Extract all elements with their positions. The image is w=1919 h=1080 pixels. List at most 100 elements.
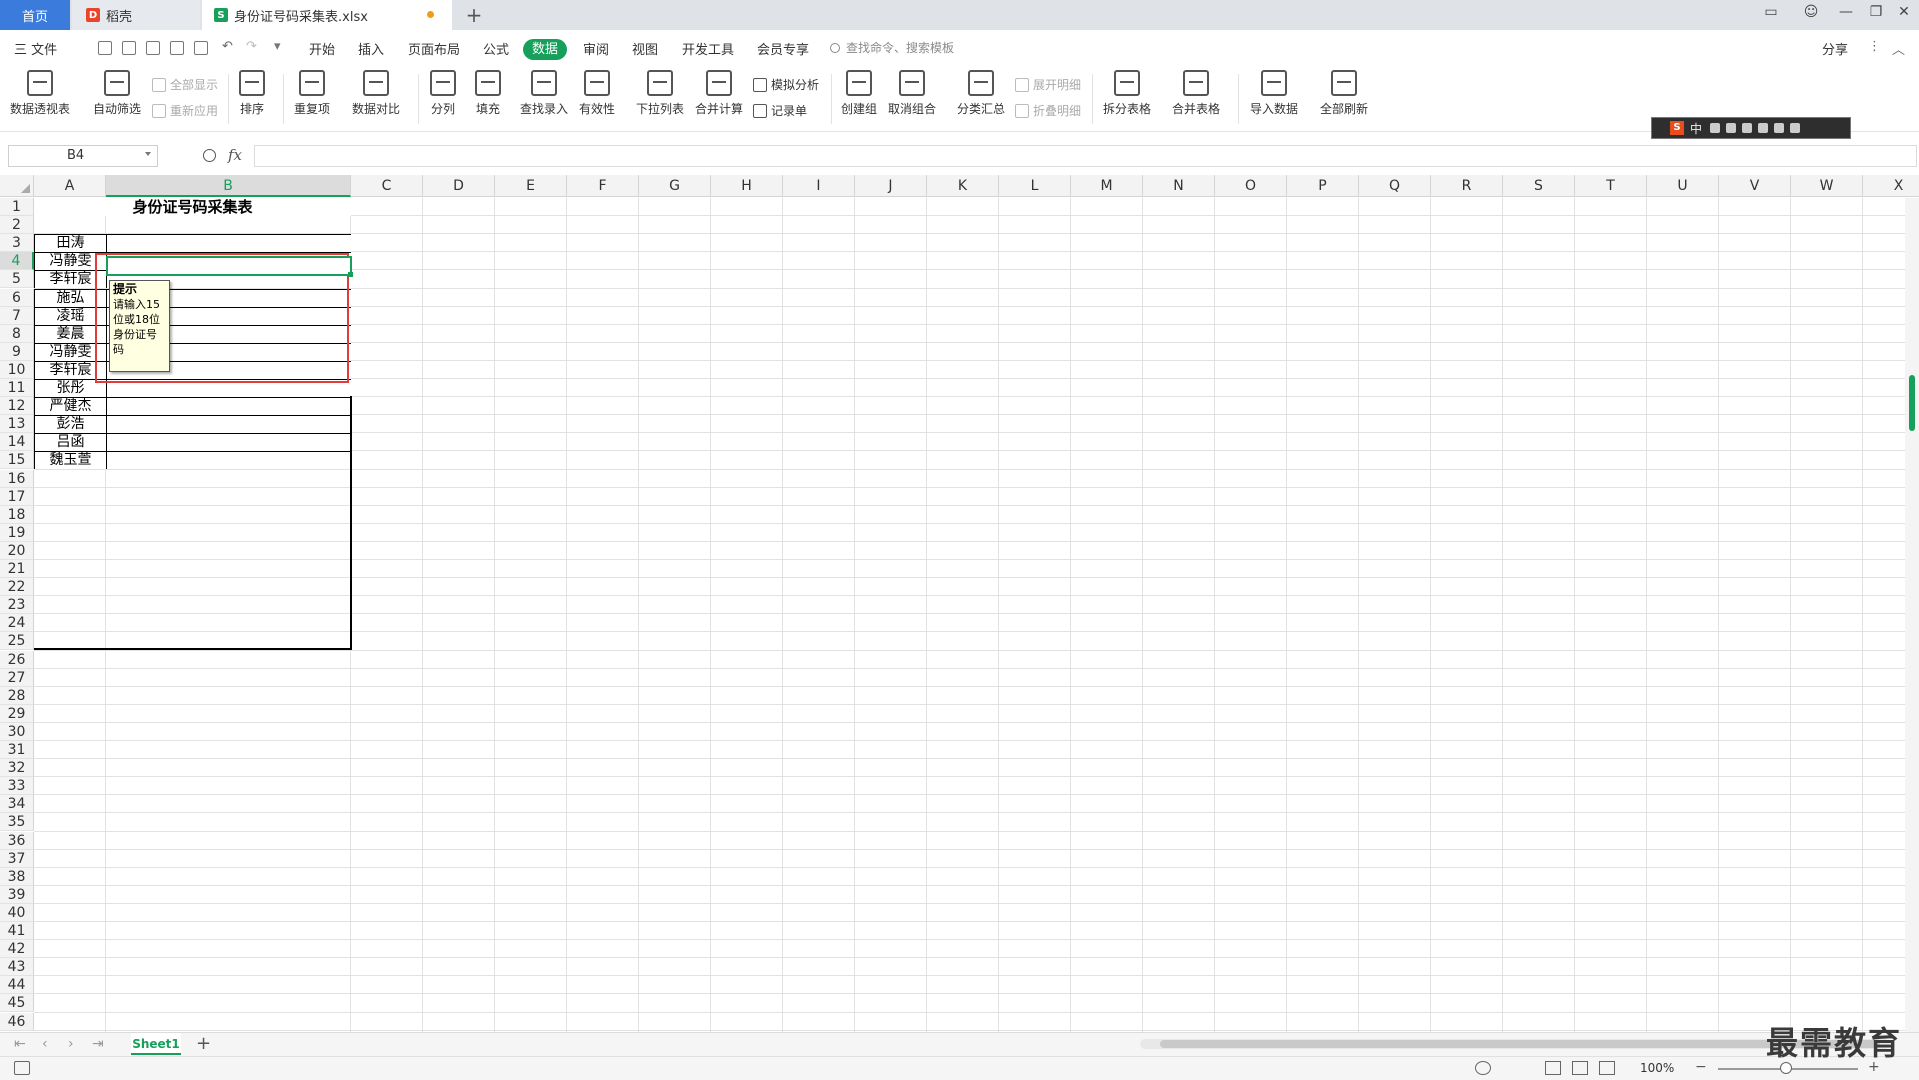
customize-chevron-icon[interactable]: ▾ xyxy=(274,39,281,54)
split-table-button[interactable]: 拆分表格 xyxy=(1103,70,1151,117)
column-header-p[interactable]: P xyxy=(1287,175,1359,197)
collapse-detail-button[interactable]: 折叠明细 xyxy=(1015,102,1081,119)
row-header[interactable]: 23 xyxy=(0,596,34,615)
reapply-button[interactable]: 重新应用 xyxy=(152,102,218,119)
row-header[interactable]: 43 xyxy=(0,958,34,977)
minimize-icon[interactable]: — xyxy=(1835,4,1857,20)
row-header[interactable]: 30 xyxy=(0,722,34,741)
tab-document[interactable]: S 身份证号码采集表.xlsx xyxy=(202,0,452,30)
row-header[interactable]: 20 xyxy=(0,541,34,560)
row-header[interactable]: 37 xyxy=(0,849,34,868)
subtotal-button[interactable]: 分类汇总 xyxy=(957,70,1005,117)
last-sheet-icon[interactable]: ⇥ xyxy=(92,1036,104,1052)
collapse-ribbon-icon[interactable]: ︿ xyxy=(1892,39,1905,58)
eye-protection-icon[interactable] xyxy=(1475,1061,1491,1075)
row-header[interactable]: 44 xyxy=(0,976,34,995)
row-header[interactable]: 22 xyxy=(0,578,34,597)
macro-icon[interactable] xyxy=(14,1061,30,1075)
row-header[interactable]: 14 xyxy=(0,433,34,452)
menu-view[interactable]: 视图 xyxy=(632,39,658,58)
next-sheet-icon[interactable]: › xyxy=(68,1036,74,1052)
sheet-tab-sheet1[interactable]: Sheet1 xyxy=(131,1033,181,1055)
name-cell[interactable]: 田涛 xyxy=(34,234,106,253)
save-icon[interactable] xyxy=(122,41,136,55)
auto-filter-button[interactable]: 自动筛选 xyxy=(93,70,141,117)
column-header-w[interactable]: W xyxy=(1791,175,1863,197)
redo-icon[interactable]: ↷ xyxy=(246,39,257,54)
show-all-button[interactable]: 全部显示 xyxy=(152,76,218,93)
column-header-m[interactable]: M xyxy=(1071,175,1143,197)
row-header[interactable]: 27 xyxy=(0,668,34,687)
column-header-u[interactable]: U xyxy=(1647,175,1719,197)
refresh-all-button[interactable]: 全部刷新 xyxy=(1320,70,1368,117)
name-cell[interactable]: 彭浩 xyxy=(34,415,106,434)
name-cell[interactable]: 吕函 xyxy=(34,433,106,452)
menu-insert[interactable]: 插入 xyxy=(358,39,384,58)
expand-detail-button[interactable]: 展开明细 xyxy=(1015,76,1081,93)
column-header-k[interactable]: K xyxy=(927,175,999,197)
zoom-level[interactable]: 100% xyxy=(1640,1061,1674,1075)
row-header[interactable]: 46 xyxy=(0,1012,34,1031)
column-header-v[interactable]: V xyxy=(1719,175,1791,197)
row-header[interactable]: 7 xyxy=(0,306,34,325)
column-header-n[interactable]: N xyxy=(1143,175,1215,197)
column-header-b[interactable]: B xyxy=(106,175,351,197)
row-header[interactable]: 26 xyxy=(0,650,34,669)
command-search[interactable]: 查找命令、搜索模板 xyxy=(830,39,954,56)
ime-toolbar[interactable]: S 中 xyxy=(1651,117,1851,139)
sort-button[interactable]: 排序 xyxy=(239,70,265,117)
lookup-entry-button[interactable]: 查找录入 xyxy=(520,70,568,117)
id-number-cell[interactable] xyxy=(106,397,351,416)
row-header[interactable]: 45 xyxy=(0,994,34,1013)
name-box[interactable]: B4 xyxy=(8,145,158,167)
row-header[interactable]: 28 xyxy=(0,686,34,705)
row-header[interactable]: 32 xyxy=(0,759,34,778)
row-header[interactable]: 15 xyxy=(0,451,34,470)
data-compare-button[interactable]: 数据对比 xyxy=(352,70,400,117)
row-header[interactable]: 5 xyxy=(0,270,34,289)
share-button[interactable]: 分享 xyxy=(1822,39,1848,58)
menu-data[interactable]: 数据 xyxy=(523,39,567,60)
row-header[interactable]: 4 xyxy=(0,252,34,271)
ungroup-button[interactable]: 取消组合 xyxy=(888,70,936,117)
menu-formula[interactable]: 公式 xyxy=(483,39,509,58)
column-header-r[interactable]: R xyxy=(1431,175,1503,197)
row-header[interactable]: 31 xyxy=(0,741,34,759)
row-header[interactable]: 34 xyxy=(0,795,34,814)
page-layout-view-icon[interactable] xyxy=(1572,1061,1588,1075)
normal-view-icon[interactable] xyxy=(1545,1061,1561,1075)
row-header[interactable]: 39 xyxy=(0,885,34,904)
column-header-s[interactable]: S xyxy=(1503,175,1575,197)
row-header[interactable]: 2 xyxy=(0,216,34,235)
consolidate-button[interactable]: 合并计算 xyxy=(695,70,743,117)
merge-table-button[interactable]: 合并表格 xyxy=(1172,70,1220,117)
function-icon[interactable]: fx xyxy=(228,146,242,164)
row-header[interactable]: 33 xyxy=(0,777,34,796)
row-header[interactable]: 42 xyxy=(0,940,34,959)
column-header-g[interactable]: G xyxy=(639,175,711,197)
fill-button[interactable]: 填充 xyxy=(475,70,501,117)
row-header[interactable]: 18 xyxy=(0,505,34,524)
split-column-button[interactable]: 分列 xyxy=(430,70,456,117)
menu-page-layout[interactable]: 页面布局 xyxy=(408,39,460,58)
print-icon[interactable] xyxy=(170,41,184,55)
zoom-icon[interactable] xyxy=(203,149,216,162)
import-data-button[interactable]: 导入数据 xyxy=(1250,70,1298,117)
column-header-l[interactable]: L xyxy=(999,175,1071,197)
row-header[interactable]: 17 xyxy=(0,487,34,506)
dropdown-list-button[interactable]: 下拉列表 xyxy=(636,70,684,117)
file-menu[interactable]: 三 文件 xyxy=(14,39,57,58)
menu-review[interactable]: 审阅 xyxy=(583,39,609,58)
tab-daoke[interactable]: D 稻壳 xyxy=(72,0,200,30)
id-number-cell[interactable] xyxy=(106,234,351,253)
restore-icon[interactable]: ❐ xyxy=(1865,4,1887,20)
preview-icon[interactable] xyxy=(194,41,208,55)
menu-start[interactable]: 开始 xyxy=(309,39,335,58)
new-tab-button[interactable]: + xyxy=(462,3,486,27)
row-header[interactable]: 9 xyxy=(0,342,34,361)
select-all-corner[interactable] xyxy=(0,175,34,197)
vertical-scrollbar[interactable] xyxy=(1905,198,1919,1032)
format-painter-icon[interactable] xyxy=(146,41,160,55)
duplicates-button[interactable]: 重复项 xyxy=(294,70,330,117)
column-header-o[interactable]: O xyxy=(1215,175,1287,197)
